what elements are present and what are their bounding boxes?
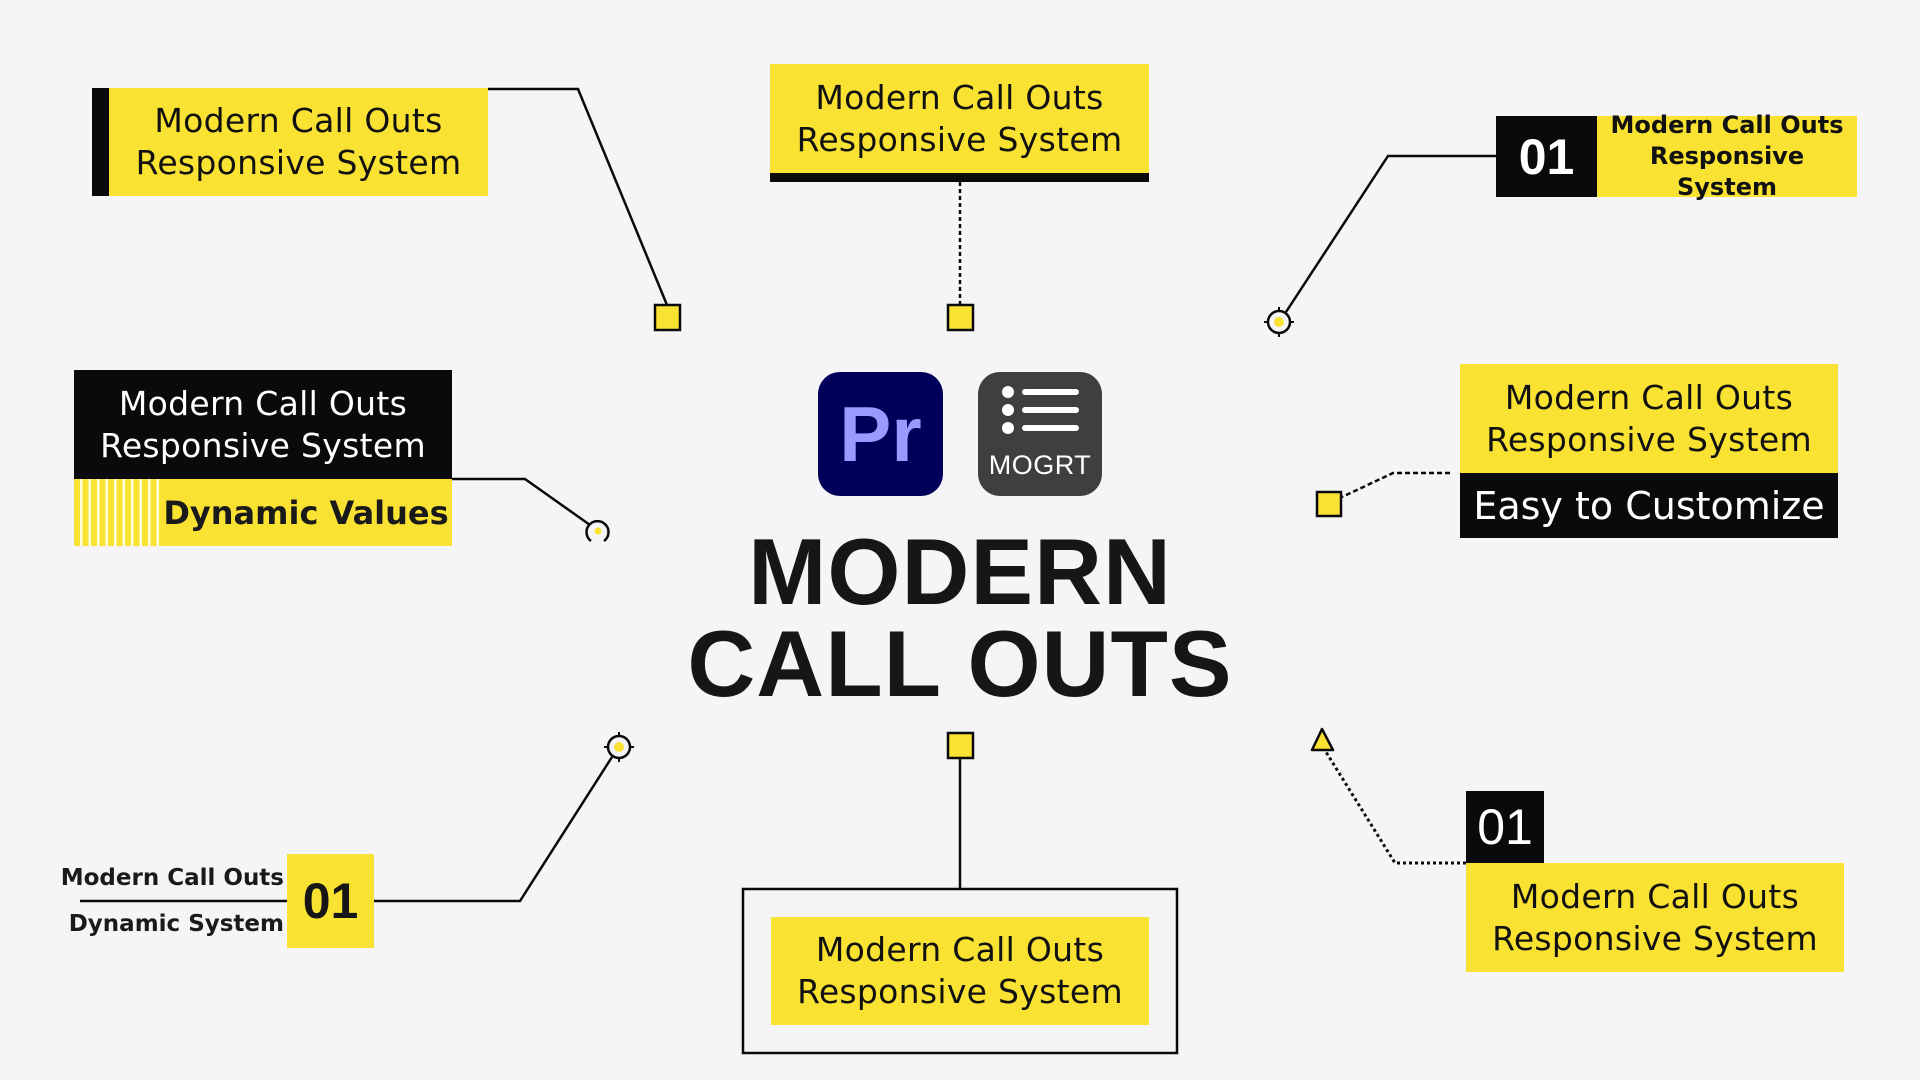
callout-top-center-body: Modern Call Outs Responsive System [770, 64, 1149, 173]
callout-line1: Modern Call Outs [1610, 111, 1844, 139]
connector-top-right [1284, 154, 1496, 313]
premiere-pro-icon: Pr [818, 372, 943, 496]
callout-number: 01 [1477, 799, 1533, 855]
callout-line1: Modern Call Outs [154, 101, 443, 140]
callout-top-left: Modern Call Outs Responsive System [92, 88, 488, 196]
callout-top-right-body: Modern Call Outs Responsive System [1597, 111, 1857, 201]
callout-bottom-right-body: Modern Call Outs Responsive System [1466, 863, 1844, 972]
callout-line1: Modern Call Outs [815, 930, 1105, 969]
callout-line1: Modern Call Outs [1504, 377, 1794, 417]
underline-bar [770, 173, 1149, 182]
mogrt-label: MOGRT [988, 450, 1092, 480]
page-title: MODERN CALL OUTS [660, 519, 1260, 716]
connector-mid-left [452, 477, 591, 527]
square-marker-top-center [946, 303, 975, 332]
premiere-pro-label: Pr [839, 389, 922, 478]
crosshair-marker-bottom-left [604, 732, 634, 762]
title-line1: MODERN [748, 519, 1172, 624]
connector-bottom-right [1324, 751, 1466, 865]
callout-top-right: 01 Modern Call Outs Responsive System [1496, 111, 1857, 201]
callout-mid-right-header: Modern Call Outs Responsive System [1460, 364, 1838, 473]
callout-line2: Responsive System [797, 972, 1123, 1011]
callout-line2: Responsive System [100, 425, 426, 465]
connector-top-left [488, 87, 669, 306]
square-marker-mid-right [1315, 490, 1343, 518]
callout-number: 01 [302, 873, 359, 929]
callout-line2: Responsive System [1486, 419, 1812, 459]
callout-mid-left-header: Modern Call Outs Responsive System [74, 370, 452, 479]
callout-number-badge: 01 [287, 854, 374, 948]
callout-line2: Responsive System [135, 143, 462, 182]
callout-number-badge: 01 [1496, 116, 1597, 197]
stripe-pattern [74, 479, 160, 546]
callout-mid-right: Modern Call Outs Responsive System Easy … [1460, 364, 1838, 538]
callout-bottom-left: Modern Call Outs Dynamic System 01 [61, 854, 374, 948]
square-marker-bottom-center [946, 731, 975, 760]
callout-line2: Responsive System [1492, 918, 1818, 958]
title-line2: CALL OUTS [687, 611, 1233, 716]
callout-number-badge: 01 [1466, 791, 1544, 863]
mogrt-list-icon: MOGRT [978, 372, 1102, 496]
square-marker-top-left [653, 303, 682, 332]
callout-mid-right-footer: Easy to Customize [1460, 473, 1838, 538]
connector-bottom-left [374, 756, 614, 903]
callout-subtitle: Dynamic Values [163, 493, 449, 532]
callout-bottom-center: Modern Call Outs Responsive System [771, 917, 1149, 1025]
callout-line2: Dynamic System [68, 911, 284, 937]
callout-line1: Modern Call Outs [815, 77, 1104, 117]
callout-line1: Modern Call Outs [1510, 876, 1800, 916]
callout-line1: Modern Call Outs [118, 383, 408, 423]
ring-marker-mid-left [585, 519, 610, 543]
callout-line2: Responsive System [796, 119, 1123, 159]
callout-line2: Responsive System [1649, 142, 1805, 201]
callout-subtitle: Easy to Customize [1473, 483, 1825, 528]
callout-number: 01 [1518, 128, 1575, 185]
callout-top-center: Modern Call Outs Responsive System [770, 64, 1149, 182]
callout-top-left-body: Modern Call Outs Responsive System [109, 88, 488, 196]
callout-bottom-right: 01 Modern Call Outs Responsive System [1466, 791, 1844, 972]
callout-mid-left-footer: Dynamic Values [74, 479, 452, 546]
accent-bar [92, 88, 109, 196]
connector-mid-right [1341, 471, 1450, 499]
crosshair-marker-top-right [1264, 307, 1294, 337]
callout-line1: Modern Call Outs [60, 865, 284, 891]
callout-mid-left: Modern Call Outs Responsive System Dynam… [74, 370, 452, 546]
triangle-marker-bottom-right [1310, 727, 1335, 752]
